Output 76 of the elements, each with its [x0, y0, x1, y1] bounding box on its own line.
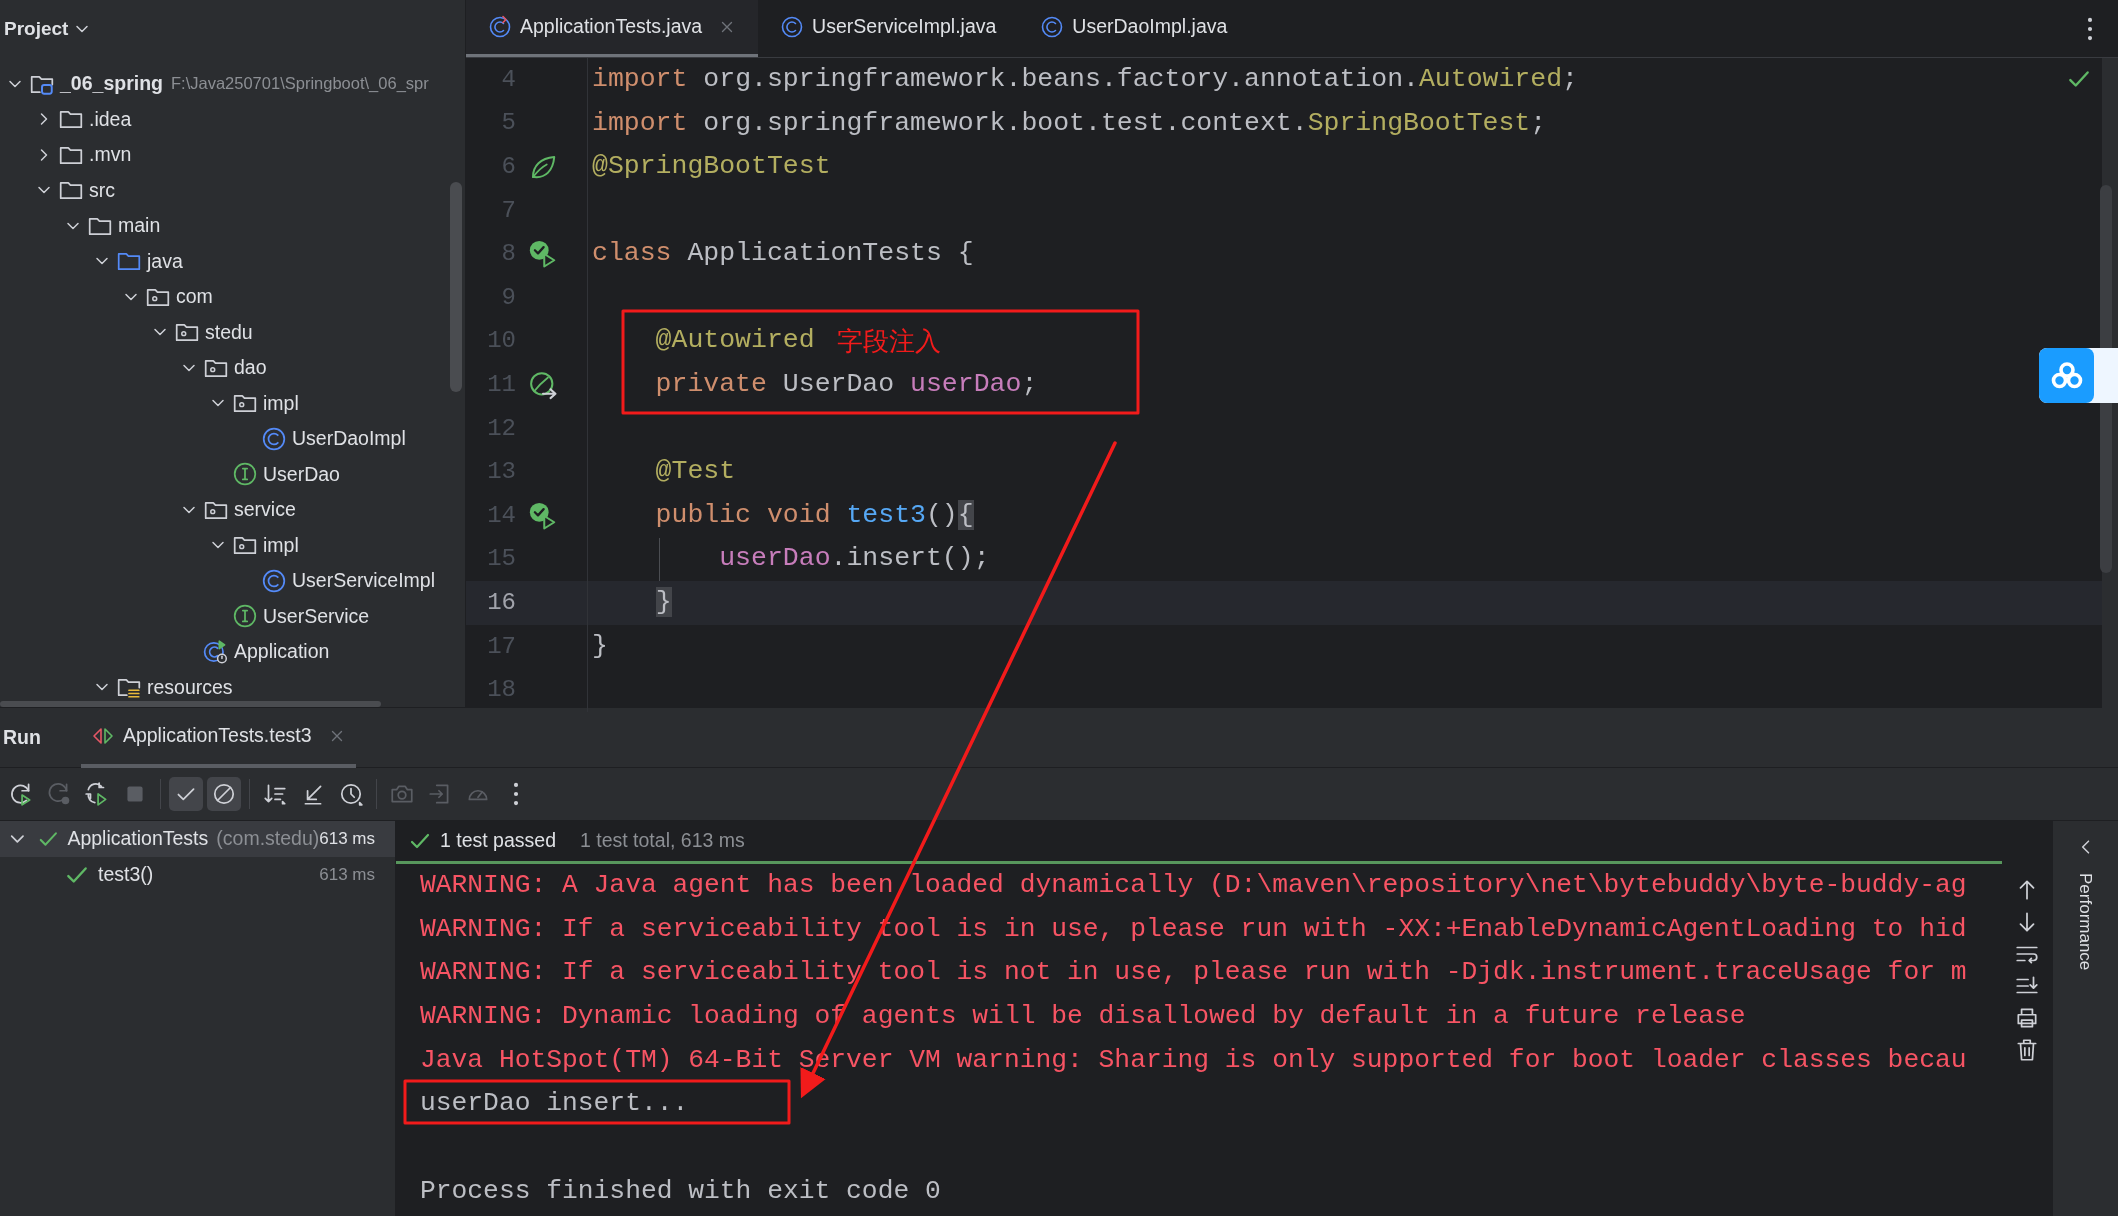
test-name: ApplicationTests — [67, 826, 209, 852]
trash-icon[interactable] — [2014, 1037, 2040, 1063]
autowired-bean-icon[interactable] — [528, 369, 558, 400]
ignored-button[interactable] — [207, 777, 241, 811]
history-icon — [338, 781, 364, 807]
editor-tab[interactable]: UserServiceImpl.java — [758, 0, 1019, 57]
check-button[interactable] — [169, 777, 203, 811]
tree-item-label[interactable]: impl — [263, 388, 299, 418]
interface-icon — [232, 603, 258, 630]
console-line: Process finished with exit code 0 — [420, 1175, 941, 1206]
scrollbar-thumb[interactable] — [450, 182, 462, 392]
code-line: userDao.insert(); — [718, 542, 990, 576]
test-name: test3() — [98, 862, 154, 888]
status-detail: 1 test total, 613 ms — [580, 828, 745, 854]
print-icon[interactable] — [2014, 1005, 2040, 1031]
class-icon — [261, 425, 287, 452]
code-line: import org.springframework.boot.test.context.SpringBootTest; — [591, 106, 1547, 140]
tree-item-label[interactable]: resources — [147, 672, 233, 702]
code-line: @SpringBootTest — [591, 150, 831, 184]
run-test-icon[interactable] — [528, 500, 558, 531]
tree-item-label[interactable]: java — [147, 246, 183, 276]
package-name: (com.stedu) — [216, 826, 320, 852]
scrollbar-thumb[interactable] — [0, 701, 381, 707]
test-class-icon — [488, 15, 512, 39]
code-line: class ApplicationTests { — [591, 237, 974, 271]
code-line: import org.springframework.beans.factory.annotation.Autowired; — [591, 62, 1578, 96]
editor-tab[interactable]: UserDaoImpl.java — [1018, 0, 1250, 57]
panel-title[interactable]: Project — [4, 14, 69, 44]
editor-tab[interactable]: ApplicationTests.java — [466, 0, 759, 57]
console-line: userDao insert... — [420, 1088, 689, 1119]
project-path: F:\Java250701\Springboot\_06_spr — [170, 73, 429, 95]
annotation-text: 字段注入 — [836, 324, 941, 358]
tree-item-label[interactable]: src — [89, 175, 115, 205]
tree-item-label[interactable]: UserDaoImpl — [292, 424, 406, 454]
rerun-failed-icon — [46, 781, 72, 807]
status-text: 1 test passed — [440, 828, 556, 854]
run-test-icon[interactable] — [528, 239, 558, 270]
tree-item-label[interactable]: UserDao — [263, 459, 340, 489]
class-icon — [261, 567, 287, 594]
class-icon — [1040, 15, 1065, 39]
tree-item-label[interactable]: UserServiceImpl — [292, 566, 436, 596]
run-tab[interactable]: ApplicationTests.test3 — [80, 707, 356, 768]
tree-item-label[interactable]: UserService — [263, 601, 370, 631]
sort-icon — [262, 781, 288, 807]
tree-item-label[interactable]: com — [176, 282, 213, 312]
more-icon — [512, 781, 520, 807]
ignored-icon — [211, 781, 237, 807]
more-icon[interactable] — [2086, 15, 2094, 42]
console-line: WARNING: If a serviceability tool is not in use, please run with -Djdk.instrument.traceUsage for m — [420, 957, 1967, 988]
line-number: 16 — [486, 587, 516, 618]
code-line: private UserDao userDao; — [654, 368, 1038, 402]
code-line: public void test3(){ — [654, 498, 974, 532]
app-class-icon — [203, 638, 229, 665]
tree-item-label[interactable]: Application — [234, 637, 330, 667]
test-duration: 613 ms — [319, 864, 375, 887]
code-line: } — [591, 629, 608, 663]
tree-item-label[interactable]: .idea — [89, 104, 132, 134]
tree-item-label[interactable]: stedu — [205, 317, 253, 347]
class-icon — [780, 15, 805, 39]
floating-widget[interactable] — [2039, 348, 2118, 403]
panel-title: Run — [3, 724, 41, 750]
tree-item-label[interactable]: .mvn — [89, 140, 132, 170]
interface-icon — [232, 461, 258, 488]
side-panel-tab[interactable]: Performance — [2072, 873, 2099, 971]
tree-item-label[interactable]: main — [118, 211, 161, 241]
tree-item-label[interactable]: impl — [263, 530, 299, 560]
console-line: WARNING: A Java agent has been loaded dynamically (D:\maven\repository\net\bytebuddy\byte-buddy-ag — [420, 870, 1967, 900]
tree-item-label[interactable]: service — [234, 495, 296, 525]
auto-rerun-icon — [84, 781, 110, 807]
test-duration: 613 ms — [319, 828, 375, 851]
code-line: @Test — [654, 455, 736, 489]
code-line: @Autowired — [654, 324, 815, 358]
tree-item-label[interactable]: dao — [234, 353, 267, 383]
test-tree-row[interactable]: ApplicationTests (com.stedu)613 ms — [0, 821, 395, 857]
tree-item-label[interactable]: _06_spring — [60, 69, 163, 99]
test-tree-row[interactable]: test3() 613 ms — [0, 857, 395, 893]
